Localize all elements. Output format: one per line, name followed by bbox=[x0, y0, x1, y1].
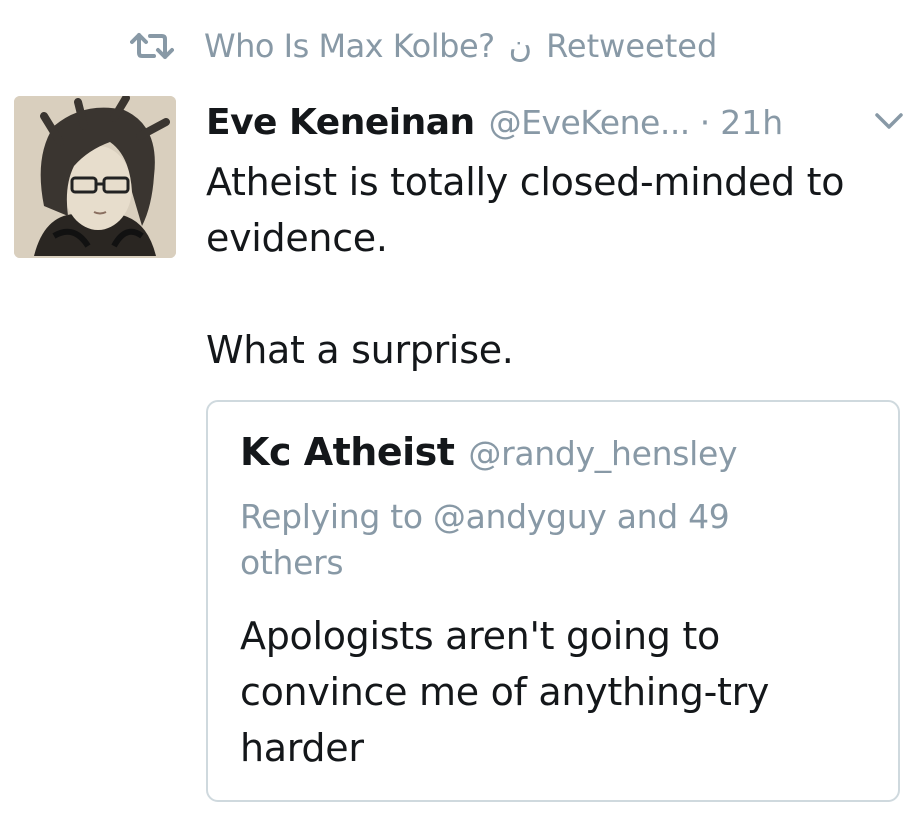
tweet-text-line: What a surprise. bbox=[206, 328, 514, 372]
quoted-author-name: Kc Atheist bbox=[240, 430, 455, 474]
tweet-timestamp[interactable]: 21h bbox=[720, 103, 783, 142]
author-display-name[interactable]: Eve Keneinan bbox=[206, 102, 475, 143]
retweeted-label: Retweeted bbox=[546, 27, 718, 65]
retweeter-name[interactable]: Who Is Max Kolbe? bbox=[204, 27, 495, 65]
avatar[interactable] bbox=[14, 96, 176, 258]
avatar-image bbox=[14, 96, 176, 258]
tweet-body: Atheist is totally closed-minded to evid… bbox=[206, 154, 906, 378]
quoted-author-handle: @randy_hensley bbox=[468, 434, 738, 473]
replying-to-text: Replying to @andyguy and 49 others bbox=[240, 497, 730, 582]
quoted-tweet-text: Apologists aren't going to convince me o… bbox=[240, 614, 770, 770]
retweet-banner[interactable]: Who Is Max Kolbe? ن Retweeted bbox=[130, 24, 717, 68]
quoted-tweet-card[interactable]: Kc Atheist @randy_hensley Replying to @a… bbox=[206, 400, 900, 802]
separator-dot: · bbox=[699, 102, 711, 142]
retweet-icon bbox=[130, 31, 174, 61]
retweet-decoration: ن bbox=[508, 27, 533, 65]
chevron-down-icon[interactable] bbox=[874, 110, 904, 132]
tweet-header: Eve Keneinan @EveKene... · 21h bbox=[206, 96, 906, 148]
quoted-tweet-header: Kc Atheist @randy_hensley bbox=[240, 430, 738, 474]
author-handle[interactable]: @EveKene... bbox=[489, 103, 691, 142]
tweet-text-line: Atheist is totally closed-minded to evid… bbox=[206, 160, 845, 260]
